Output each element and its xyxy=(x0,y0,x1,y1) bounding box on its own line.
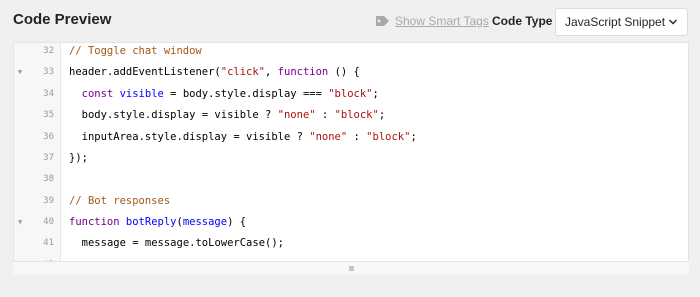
code-punctuation: = xyxy=(125,237,145,250)
line-number: 38 xyxy=(43,174,54,185)
code-punctuation: = xyxy=(163,87,183,100)
line-number: 32 xyxy=(43,46,54,56)
code-punctuation: .style.display = xyxy=(106,109,215,122)
code-string: "click" xyxy=(220,66,266,79)
code-punctuation: ; xyxy=(372,87,379,100)
tag-icon xyxy=(376,16,389,26)
code-string: "block" xyxy=(334,109,379,122)
code-string: "none" xyxy=(309,130,348,143)
code-keyword: const xyxy=(81,87,114,100)
page-title: Code Preview xyxy=(13,11,112,28)
resize-handle-icon[interactable] xyxy=(348,266,354,271)
code-variable: message xyxy=(144,237,190,250)
code-line: 38 xyxy=(14,171,688,187)
code-text: inputArea.style.display = visible ? "non… xyxy=(69,129,417,145)
code-variable: inputArea xyxy=(81,130,139,143)
fold-arrow-icon[interactable]: ▼ xyxy=(18,64,22,80)
code-variable: header xyxy=(69,66,107,79)
code-variable: body xyxy=(182,87,209,100)
code-punctuation: : xyxy=(315,109,335,122)
code-text: const visible = body.style.display === "… xyxy=(69,86,379,102)
code-variable: addEventListener xyxy=(113,66,215,79)
code-text: header.addEventListener("click", functio… xyxy=(69,64,360,80)
code-text: function botReply(message) { xyxy=(69,214,246,230)
code-line: 35 body.style.display = visible ? "none"… xyxy=(14,107,688,123)
code-type-select[interactable]: JavaScript Snippet xyxy=(555,8,688,36)
code-comment: // Toggle chat window xyxy=(69,45,202,57)
editor-resize-bar[interactable] xyxy=(13,261,689,275)
code-punctuation: .style.display = xyxy=(138,130,247,143)
code-punctuation: : xyxy=(347,130,367,143)
code-punctuation: ; xyxy=(378,109,386,122)
code-type-value: JavaScript Snippet xyxy=(565,15,666,29)
code-string: "none" xyxy=(277,109,316,122)
code-keyword: function xyxy=(69,216,120,228)
code-punctuation xyxy=(69,131,82,143)
code-type-label: Code Type xyxy=(492,14,553,28)
code-punctuation: ; xyxy=(410,130,417,143)
code-string: "block" xyxy=(366,130,411,143)
line-number: 36 xyxy=(43,131,54,142)
code-string: "block" xyxy=(328,87,373,100)
code-editor[interactable]: 32 // Toggle chat window ▼ 33 header.addEven… xyxy=(13,42,689,275)
code-punctuation: ) { xyxy=(227,216,247,228)
line-number: 33 xyxy=(43,67,54,78)
line-number: 34 xyxy=(43,88,54,99)
code-lines: 32 // Toggle chat window ▼ 33 header.addEven… xyxy=(14,43,688,274)
line-number: 37 xyxy=(43,152,54,163)
code-punctuation: ? xyxy=(258,109,278,122)
code-line: 34 const visible = body.style.display ==… xyxy=(14,86,688,102)
code-punctuation: () { xyxy=(328,66,360,79)
code-definition: botReply xyxy=(125,216,177,228)
code-text: // Bot responses xyxy=(69,193,170,209)
code-text: body.style.display = visible ? "none" : … xyxy=(69,107,386,123)
code-punctuation: ? xyxy=(290,130,310,143)
line-number: 41 xyxy=(43,238,54,249)
code-punctuation: , xyxy=(265,66,278,79)
code-line: 39 // Bot responses xyxy=(14,193,688,209)
code-variable: visible xyxy=(214,109,259,122)
code-line: ▼ 40 function botReply(message) { xyxy=(14,214,688,230)
code-punctuation: .style.display === xyxy=(208,87,329,100)
line-number: 35 xyxy=(43,110,54,121)
show-smart-tags-label: Show Smart Tags xyxy=(395,14,489,28)
code-line: 41 message = message.toLowerCase(); xyxy=(14,235,688,251)
code-preview-header: Code Preview Show Smart Tags Code Type J… xyxy=(0,0,700,42)
code-punctuation: .toLowerCase(); xyxy=(189,237,284,250)
fold-arrow-icon[interactable]: ▼ xyxy=(18,214,22,230)
show-smart-tags-link[interactable]: Show Smart Tags xyxy=(375,14,489,28)
code-variable: visible xyxy=(246,130,291,143)
chevron-down-icon xyxy=(669,19,677,25)
code-line: 32 // Toggle chat window xyxy=(14,43,688,59)
code-comment: // Bot responses xyxy=(69,194,171,207)
code-text: // Toggle chat window xyxy=(69,43,202,59)
code-line: 37}); xyxy=(14,150,688,166)
code-punctuation xyxy=(69,109,82,121)
code-variable: message xyxy=(81,237,126,250)
code-text: message = message.toLowerCase(); xyxy=(69,235,284,251)
line-number: 40 xyxy=(43,217,54,227)
code-punctuation xyxy=(69,88,82,100)
code-punctuation xyxy=(69,237,82,249)
code-text: }); xyxy=(69,150,88,166)
code-variable: body xyxy=(81,109,107,122)
code-punctuation: }); xyxy=(69,151,88,164)
code-definition: message xyxy=(182,216,228,228)
line-number: 39 xyxy=(43,195,54,206)
code-keyword: function xyxy=(277,66,329,79)
code-definition: visible xyxy=(119,87,164,100)
code-line: 36 inputArea.style.display = visible ? "… xyxy=(14,129,688,145)
code-line: ▼ 33 header.addEventListener("click", func… xyxy=(14,64,688,80)
